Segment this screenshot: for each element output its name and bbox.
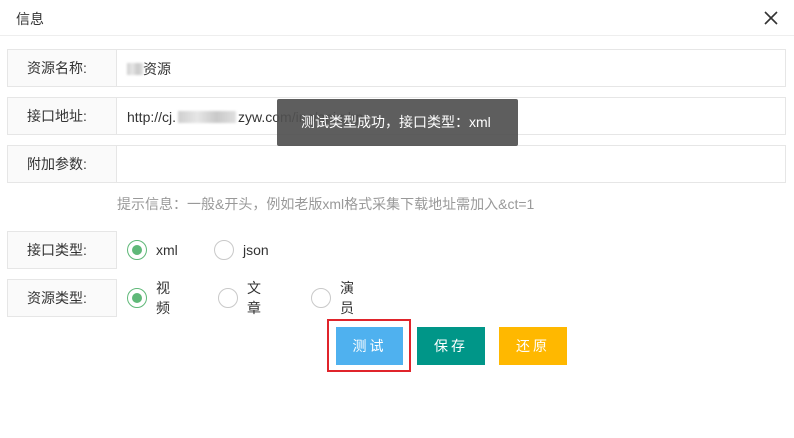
api-url-prefix: http://cj. [127,109,177,126]
radio-label: 文章 [247,280,261,316]
radio-label: 演员 [340,280,354,316]
dialog-title: 信息 [16,11,44,27]
info-dialog: 信息 资源名称: 资源 接口地址: http://cj.zyw.com/inc/… [0,0,794,438]
radio-unchecked-icon [311,288,331,308]
radio-label: 视频 [156,280,170,316]
radio-unchecked-icon [214,240,234,260]
extra-params-label: 附加参数: [7,145,117,183]
resource-name-input[interactable]: 资源 [116,49,786,87]
dialog-titlebar: 信息 [0,0,794,36]
radio-resource-type-video[interactable]: 视频 [127,280,170,316]
resource-type-label: 资源类型: [7,279,117,317]
form-row-extra-params: 附加参数: [7,145,786,183]
hint-text: 提示信息：一般&开头，例如老版xml格式采集下载地址需加入&ct=1 [117,196,535,212]
reset-button[interactable]: 还原 [499,327,567,365]
radio-checked-icon [127,240,147,260]
test-button[interactable]: 测试 [336,327,403,365]
radio-unchecked-icon [218,288,238,308]
save-button[interactable]: 保存 [417,327,485,365]
radio-label: xml [156,242,178,258]
radio-api-type-xml[interactable]: xml [127,240,178,260]
close-icon[interactable] [762,9,780,27]
radio-resource-type-article[interactable]: 文章 [218,280,261,316]
radio-resource-type-actor[interactable]: 演员 [311,280,354,316]
api-type-label: 接口类型: [7,231,117,269]
extra-params-input[interactable] [116,145,786,183]
toast-message: 测试类型成功，接口类型：xml [277,99,518,146]
api-url-label: 接口地址: [7,97,117,135]
form-row-resource-type: 资源类型: 视频 文章 演员 [7,279,786,317]
resource-name-value: 资源 [143,61,171,78]
form-row-api-type: 接口类型: xml json [7,231,786,269]
radio-api-type-json[interactable]: json [214,240,269,260]
redacted-text [127,63,143,76]
radio-label: json [243,242,269,258]
redacted-text [178,111,237,124]
radio-checked-icon [127,288,147,308]
form-row-resource-name: 资源名称: 资源 [7,49,786,87]
resource-name-label: 资源名称: [7,49,117,87]
